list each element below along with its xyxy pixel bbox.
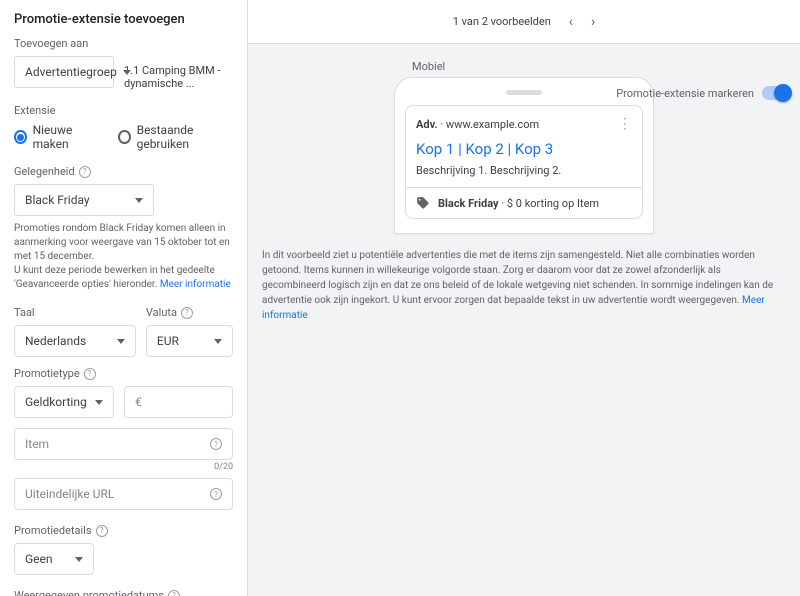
ad-url: Adv. · www.example.com (416, 118, 539, 131)
form-panel: Promotie-extensie toevoegen Toevoegen aa… (0, 0, 248, 596)
language-select[interactable]: Nederlands (14, 325, 136, 357)
pager-next-button[interactable]: › (591, 15, 595, 29)
currency-label: Valuta ? (146, 306, 233, 319)
ad-promo-row: Black Friday · $ 0 korting op Item (406, 187, 642, 218)
occasion-select[interactable]: Black Friday (14, 184, 154, 216)
chevron-down-icon (75, 557, 83, 562)
preview-disclaimer: In dit voorbeeld ziet u potentiële adver… (262, 248, 786, 323)
amount-input[interactable]: € (124, 386, 233, 418)
pager-text: 1 van 2 voorbeelden (453, 15, 551, 28)
radio-existing[interactable]: Bestaande gebruiken (118, 123, 233, 151)
promotype-select[interactable]: Geldkorting (14, 386, 114, 418)
preview-area: Promotie-extensie markeren Mobiel Adv. ·… (248, 44, 800, 596)
preview-panel: 1 van 2 voorbeelden ‹ › Promotie-extensi… (248, 0, 800, 596)
ad-menu-icon[interactable]: ⋮ (618, 116, 632, 132)
currency-select[interactable]: EUR (146, 325, 233, 357)
ad-description: Beschrijving 1. Beschrijving 2. (416, 164, 632, 177)
displayed-dates-label: Weergegeven promotiedatums ? (14, 589, 233, 596)
help-icon[interactable]: ? (96, 525, 108, 537)
radio-new[interactable]: Nieuwe maken (14, 123, 100, 151)
chevron-down-icon (214, 339, 222, 344)
promodetails-select[interactable]: Geen (14, 543, 94, 575)
occasion-label: Gelegenheid ? (14, 165, 233, 178)
promodetails-label: Promotiedetails ? (14, 524, 233, 537)
occasion-note: Promoties rondom Black Friday komen alle… (14, 222, 233, 292)
chevron-down-icon (135, 198, 143, 203)
help-icon[interactable]: ? (181, 307, 193, 319)
item-counter: 0/20 (14, 462, 233, 472)
ad-card: Adv. · www.example.com ⋮ Kop 1 | Kop 2 |… (405, 105, 643, 219)
preview-pager: 1 van 2 voorbeelden ‹ › (453, 15, 595, 29)
help-icon[interactable]: ? (210, 488, 222, 500)
help-icon[interactable]: ? (210, 438, 222, 450)
ad-headlines: Kop 1 | Kop 2 | Kop 3 (416, 140, 632, 158)
toggle-label: Promotie-extensie markeren (616, 87, 754, 100)
help-icon[interactable]: ? (79, 166, 91, 178)
chevron-down-icon (95, 400, 103, 405)
highlight-toggle[interactable] (762, 86, 790, 100)
add-to-value: Advertentiegroep (25, 65, 117, 79)
help-icon[interactable]: ? (84, 368, 96, 380)
occasion-value: Black Friday (25, 193, 90, 207)
add-to-select[interactable]: Advertentiegroep (14, 56, 114, 88)
tag-icon (416, 196, 430, 210)
add-to-label: Toevoegen aan (14, 37, 233, 50)
page-title: Promotie-extensie toevoegen (14, 12, 233, 27)
promotype-label: Promotietype ? (14, 367, 233, 380)
occasion-more-info-link[interactable]: Meer informatie (160, 279, 231, 290)
preview-header: 1 van 2 voorbeelden ‹ › (248, 0, 800, 44)
item-input[interactable]: Item ? (14, 428, 233, 460)
help-icon[interactable]: ? (168, 590, 180, 596)
add-to-context: 1.1 Camping BMM - dynamische ... (124, 56, 233, 90)
chevron-down-icon (117, 339, 125, 344)
radio-icon (118, 130, 131, 144)
highlight-toggle-row: Promotie-extensie markeren (616, 86, 790, 100)
language-label: Taal (14, 306, 136, 319)
pager-prev-button[interactable]: ‹ (569, 15, 573, 29)
device-label: Mobiel (412, 60, 445, 73)
final-url-input[interactable]: Uiteindelijke URL ? (14, 478, 233, 510)
extension-label: Extensie (14, 104, 233, 117)
phone-frame: Adv. · www.example.com ⋮ Kop 1 | Kop 2 |… (394, 77, 654, 234)
chevron-down-icon (123, 70, 131, 75)
phone-speaker (506, 90, 542, 95)
radio-icon (14, 130, 27, 144)
